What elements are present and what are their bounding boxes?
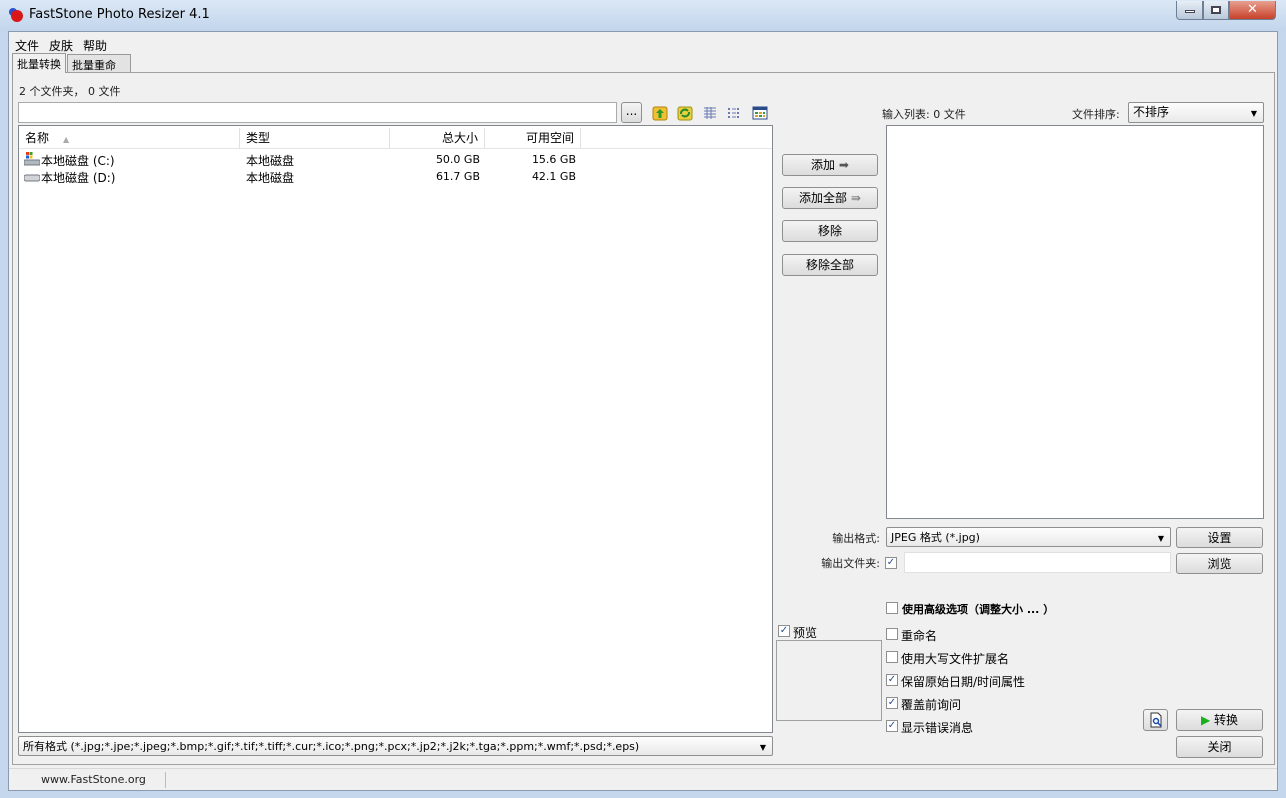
close-button[interactable]: 关闭 — [1176, 736, 1263, 758]
advanced-options-label: 使用高级选项（调整大小 ... ） — [902, 603, 1055, 616]
output-format-dropdown[interactable]: JPEG 格式 (*.jpg) ▼ — [886, 527, 1171, 547]
app-logo-icon — [9, 8, 23, 22]
row-free: 15.6 GB — [531, 153, 576, 166]
output-format-value: JPEG 格式 (*.jpg) — [891, 531, 980, 544]
settings-button[interactable]: 设置 — [1176, 527, 1263, 548]
row-type: 本地磁盘 — [246, 154, 295, 168]
title-bar: FastStone Photo Resizer 4.1 ✕ — [0, 0, 1286, 31]
advanced-options-checkbox[interactable] — [886, 602, 898, 614]
menu-skin[interactable]: 皮肤 — [49, 37, 73, 54]
tab-batch-rename[interactable]: 批量重命名 — [67, 54, 131, 88]
close-window-button[interactable]: ✕ — [1229, 1, 1276, 20]
menu-file[interactable]: 文件 — [15, 37, 39, 54]
status-bar — [9, 768, 1277, 790]
keep-date-label: 保留原始日期/时间属性 — [901, 675, 1026, 689]
sort-value: 不排序 — [1133, 105, 1170, 119]
row-name: 本地磁盘 (D:) — [41, 171, 116, 185]
output-folder-label: 输出文件夹: — [821, 557, 880, 570]
output-folder-checkbox[interactable]: ✓ — [885, 557, 897, 569]
row-type: 本地磁盘 — [246, 171, 295, 185]
column-type[interactable]: 类型 — [240, 128, 390, 149]
menu-help[interactable]: 帮助 — [83, 37, 107, 54]
window-title: FastStone Photo Resizer 4.1 — [29, 7, 210, 22]
add-label: 添加 — [811, 158, 836, 172]
convert-label: 转换 — [1214, 713, 1239, 727]
drive-icon — [24, 174, 40, 182]
add-all-button[interactable]: 添加全部 ⇛ — [782, 187, 878, 209]
ask-overwrite-checkbox[interactable]: ✓ — [886, 697, 898, 709]
sort-ascending-icon: ▲ — [63, 135, 70, 144]
filter-value: 所有格式 (*.jpg;*.jpe;*.jpeg;*.bmp;*.gif;*.t… — [23, 740, 640, 753]
chevron-down-icon: ▼ — [1250, 109, 1257, 118]
column-free-space[interactable]: 可用空间 — [485, 128, 581, 149]
input-list-count: 输入列表: 0 文件 — [882, 108, 966, 121]
preview-magnify-button[interactable] — [1143, 709, 1168, 731]
uppercase-extension-label: 使用大写文件扩展名 — [901, 652, 1010, 666]
arrow-right-icon: ➡ — [838, 158, 849, 172]
magnify-document-icon — [1150, 712, 1162, 728]
browse-folder-button[interactable]: ... — [621, 102, 642, 123]
minimize-button[interactable] — [1176, 1, 1203, 20]
list-view-icon[interactable] — [702, 105, 718, 121]
remove-button[interactable]: 移除 — [782, 220, 878, 242]
tab-batch-convert[interactable]: 批量转换 — [12, 53, 66, 73]
file-browser-list[interactable] — [18, 125, 773, 733]
refresh-icon[interactable] — [677, 105, 693, 121]
table-row[interactable]: 本地磁盘 (D:) 本地磁盘 61.7 GB 42.1 GB — [22, 168, 582, 185]
output-format-label: 输出格式: — [832, 532, 880, 545]
row-name: 本地磁盘 (C:) — [41, 154, 115, 168]
double-arrow-right-icon: ⇛ — [850, 191, 861, 205]
website-link[interactable]: www.FastStone.org — [41, 773, 146, 786]
play-icon: ▶ — [1200, 713, 1211, 727]
details-view-icon[interactable] — [727, 105, 743, 121]
folder-up-icon[interactable] — [652, 105, 668, 121]
show-errors-checkbox[interactable]: ✓ — [886, 720, 898, 732]
input-file-list[interactable] — [886, 125, 1264, 519]
chevron-down-icon: ▼ — [1157, 534, 1164, 543]
column-total-size[interactable]: 总大小 — [390, 128, 485, 149]
table-row[interactable]: 本地磁盘 (C:) 本地磁盘 50.0 GB 15.6 GB — [22, 151, 582, 168]
path-input[interactable] — [18, 102, 617, 123]
add-button[interactable]: 添加 ➡ — [782, 154, 878, 176]
preview-label: 预览 — [793, 626, 818, 640]
keep-date-checkbox[interactable]: ✓ — [886, 674, 898, 686]
thumbnail-view-icon[interactable] — [752, 105, 768, 121]
add-all-label: 添加全部 — [799, 191, 848, 205]
column-name[interactable]: 名称 ▲ — [19, 128, 240, 149]
row-free: 42.1 GB — [531, 170, 576, 183]
preview-checkbox[interactable]: ✓ — [778, 625, 790, 637]
file-type-filter-dropdown[interactable]: 所有格式 (*.jpg;*.jpe;*.jpeg;*.bmp;*.gif;*.t… — [18, 736, 773, 756]
chevron-down-icon: ▼ — [759, 743, 766, 752]
output-folder-input[interactable] — [904, 552, 1171, 573]
maximize-button[interactable] — [1203, 1, 1229, 20]
sort-label: 文件排序: — [1072, 108, 1120, 121]
status-divider — [165, 772, 166, 788]
system-drive-icon — [24, 152, 40, 166]
row-total: 61.7 GB — [435, 170, 480, 183]
ask-overwrite-label: 覆盖前询问 — [901, 698, 962, 712]
convert-button[interactable]: ▶ 转换 — [1176, 709, 1263, 731]
uppercase-extension-checkbox[interactable] — [886, 651, 898, 663]
browse-output-button[interactable]: 浏览 — [1176, 553, 1263, 574]
folder-count: 2 个文件夹， 0 文件 — [19, 85, 121, 98]
preview-area — [776, 640, 882, 721]
show-errors-label: 显示错误消息 — [901, 721, 974, 735]
row-total: 50.0 GB — [435, 153, 480, 166]
rename-label: 重命名 — [901, 629, 938, 643]
column-name-label: 名称 — [25, 131, 50, 145]
remove-all-button[interactable]: 移除全部 — [782, 254, 878, 276]
rename-checkbox[interactable] — [886, 628, 898, 640]
sort-dropdown[interactable]: 不排序 ▼ — [1128, 102, 1264, 123]
